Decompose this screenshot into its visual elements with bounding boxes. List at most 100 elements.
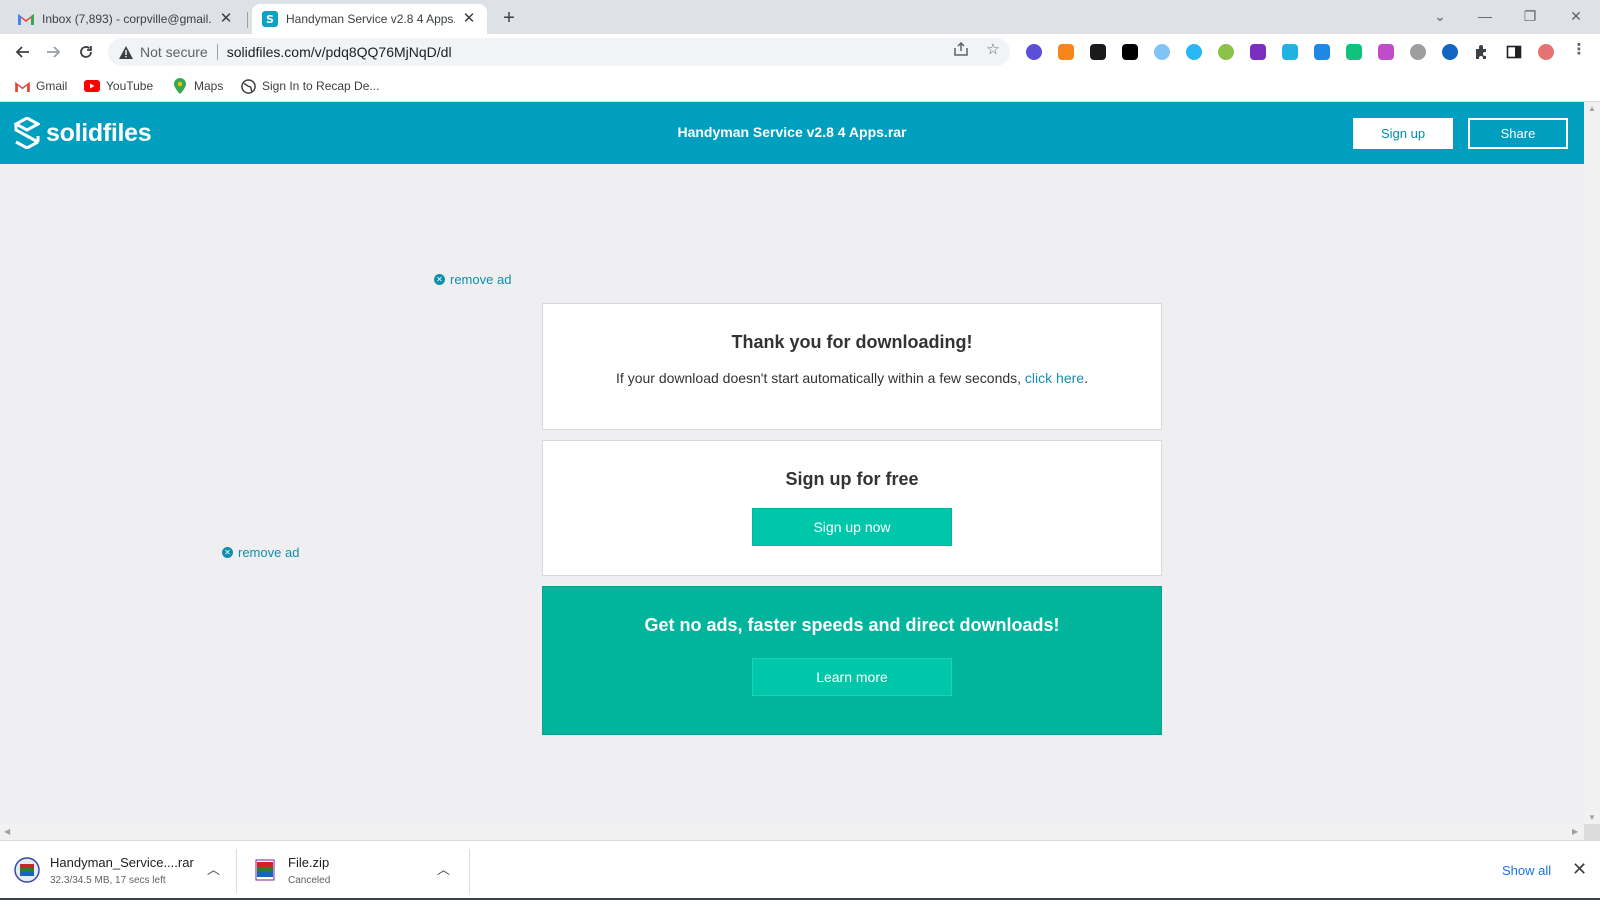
extension-icon[interactable] (1410, 44, 1426, 60)
globe-icon (240, 78, 256, 94)
tab-solidfiles[interactable]: S Handyman Service v2.8 4 Apps.ra ✕ (252, 4, 487, 34)
close-shelf-icon[interactable]: ✕ (1572, 859, 1587, 880)
extension-icon[interactable] (1154, 44, 1170, 60)
vertical-scrollbar[interactable]: ▲ ▼ (1584, 102, 1600, 824)
site-header: solidfiles Handyman Service v2.8 4 Apps.… (0, 102, 1584, 164)
click-here-link[interactable]: click here (1025, 370, 1084, 386)
remove-ad-link[interactable]: ✕ remove ad (434, 272, 511, 287)
minimize-button[interactable]: — (1465, 4, 1505, 28)
tab-close-icon[interactable]: ✕ (218, 11, 234, 27)
extension-icon[interactable] (1346, 44, 1362, 60)
bookmark-label: Sign In to Recap De... (262, 79, 380, 93)
horizontal-scrollbar[interactable]: ◀ ▶ (0, 824, 1584, 840)
solidfiles-icon: S (262, 11, 278, 27)
extension-icon[interactable] (1122, 44, 1138, 60)
omnibox-divider (216, 44, 218, 60)
extension-icon[interactable] (1378, 44, 1394, 60)
premium-heading: Get no ads, faster speeds and direct dow… (644, 615, 1060, 635)
tab-gmail-inbox[interactable]: Inbox (7,893) - corpville@gmail.c ✕ (8, 4, 244, 34)
chevron-up-icon[interactable]: ︿ (207, 859, 220, 878)
signup-button[interactable]: Sign up (1353, 118, 1453, 149)
winrar-icon (14, 857, 40, 883)
metamask-icon[interactable] (1058, 44, 1074, 60)
extension-icon[interactable] (1186, 44, 1202, 60)
share-page-icon[interactable] (952, 40, 970, 58)
new-tab-button[interactable]: + (498, 8, 520, 30)
side-panel-icon[interactable] (1506, 44, 1522, 60)
download-status: Canceled (288, 874, 331, 886)
browser-toolbar: Not secure solidfiles.com/v/pdq8QQ76MjNq… (0, 34, 1600, 70)
extension-icon[interactable] (1026, 44, 1042, 60)
bookmark-gmail[interactable]: Gmail (14, 76, 67, 96)
scrollbar-corner (1584, 824, 1600, 840)
extension-icon[interactable] (1282, 44, 1298, 60)
extension-icon[interactable] (1250, 44, 1266, 60)
bookmark-maps[interactable]: Maps (172, 76, 223, 96)
reload-button[interactable] (72, 38, 100, 66)
back-arrow-icon (15, 46, 29, 58)
tab-close-icon[interactable]: ✕ (461, 11, 477, 27)
tab-strip: Inbox (7,893) - corpville@gmail.c ✕ S Ha… (0, 0, 1600, 34)
restore-button[interactable]: ❐ (1510, 4, 1550, 28)
remove-ad-label: remove ad (238, 545, 300, 560)
download-hint: If your download doesn't start automatic… (543, 370, 1161, 386)
gmail-icon (18, 11, 34, 27)
download-hint-end: . (1084, 370, 1088, 386)
share-button[interactable]: Share (1468, 118, 1568, 149)
signup-heading: Sign up for free (785, 469, 919, 489)
bookmark-youtube[interactable]: YouTube (84, 76, 153, 96)
download-separator (236, 849, 237, 893)
show-all-downloads-link[interactable]: Show all (1502, 863, 1551, 878)
extension-icon[interactable] (1090, 44, 1106, 60)
signup-card: Sign up for free Sign up now (542, 440, 1162, 576)
learn-more-button[interactable]: Learn more (752, 658, 952, 696)
url-text[interactable]: solidfiles.com/v/pdq8QQ76MjNqD/dl (227, 44, 452, 60)
extension-icon[interactable] (1218, 44, 1234, 60)
tab-title: Inbox (7,893) - corpville@gmail.c (42, 12, 212, 26)
forward-arrow-icon (47, 46, 61, 58)
tab-search-icon[interactable]: ⌄ (1420, 4, 1460, 28)
bookmark-label: Gmail (36, 79, 68, 93)
download-item[interactable]: Handyman_Service....rar 32.3/34.5 MB, 17… (14, 847, 224, 893)
forward-button[interactable] (40, 38, 68, 66)
bookmark-label: YouTube (106, 79, 154, 93)
browser-menu-icon[interactable]: ⋮ (1570, 40, 1588, 58)
scroll-left-icon[interactable]: ◀ (4, 827, 10, 836)
maps-icon (172, 78, 188, 94)
window-close-button[interactable]: ✕ (1556, 4, 1596, 28)
scroll-up-icon[interactable]: ▲ (1588, 104, 1596, 113)
thank-you-card: Thank you for downloading! If your downl… (542, 303, 1162, 430)
bookmark-label: Maps (194, 79, 224, 93)
remove-ad-label: remove ad (450, 272, 512, 287)
download-separator (469, 849, 470, 893)
youtube-icon (84, 78, 100, 94)
close-circle-icon: ✕ (434, 274, 445, 285)
premium-card: Get no ads, faster speeds and direct dow… (542, 586, 1162, 735)
download-status: 32.3/34.5 MB, 17 secs left (50, 874, 166, 886)
extension-icon[interactable] (1314, 44, 1330, 60)
scroll-down-icon[interactable]: ▼ (1588, 813, 1596, 822)
tab-separator (247, 12, 248, 28)
warning-triangle-icon (118, 44, 134, 60)
puzzle-extensions-icon[interactable] (1474, 44, 1490, 60)
tab-title: Handyman Service v2.8 4 Apps.ra (286, 12, 455, 26)
download-shelf: Handyman_Service....rar 32.3/34.5 MB, 17… (0, 840, 1600, 900)
scroll-right-icon[interactable]: ▶ (1572, 827, 1578, 836)
chevron-up-icon[interactable]: ︿ (437, 859, 450, 878)
extension-icon[interactable] (1442, 44, 1458, 60)
close-circle-icon: ✕ (222, 547, 233, 558)
download-item[interactable]: File.zip Canceled ︿ (252, 847, 452, 893)
signup-now-button[interactable]: Sign up now (752, 508, 952, 546)
bookmark-star-icon[interactable]: ☆ (984, 40, 1002, 58)
page-viewport: solidfiles Handyman Service v2.8 4 Apps.… (0, 102, 1584, 824)
download-hint-text: If your download doesn't start automatic… (616, 370, 1025, 386)
bookmark-recap[interactable]: Sign In to Recap De... (240, 76, 379, 96)
gmail-icon (14, 78, 30, 94)
bookmarks-bar: Gmail YouTube Maps Sign In to Recap De..… (0, 70, 1600, 102)
address-bar[interactable]: Not secure solidfiles.com/v/pdq8QQ76MjNq… (108, 38, 1010, 66)
security-label[interactable]: Not secure (140, 44, 208, 60)
reload-icon (80, 46, 92, 58)
remove-ad-link[interactable]: ✕ remove ad (222, 545, 299, 560)
back-button[interactable] (8, 38, 36, 66)
profile-avatar-icon[interactable] (1538, 44, 1554, 60)
